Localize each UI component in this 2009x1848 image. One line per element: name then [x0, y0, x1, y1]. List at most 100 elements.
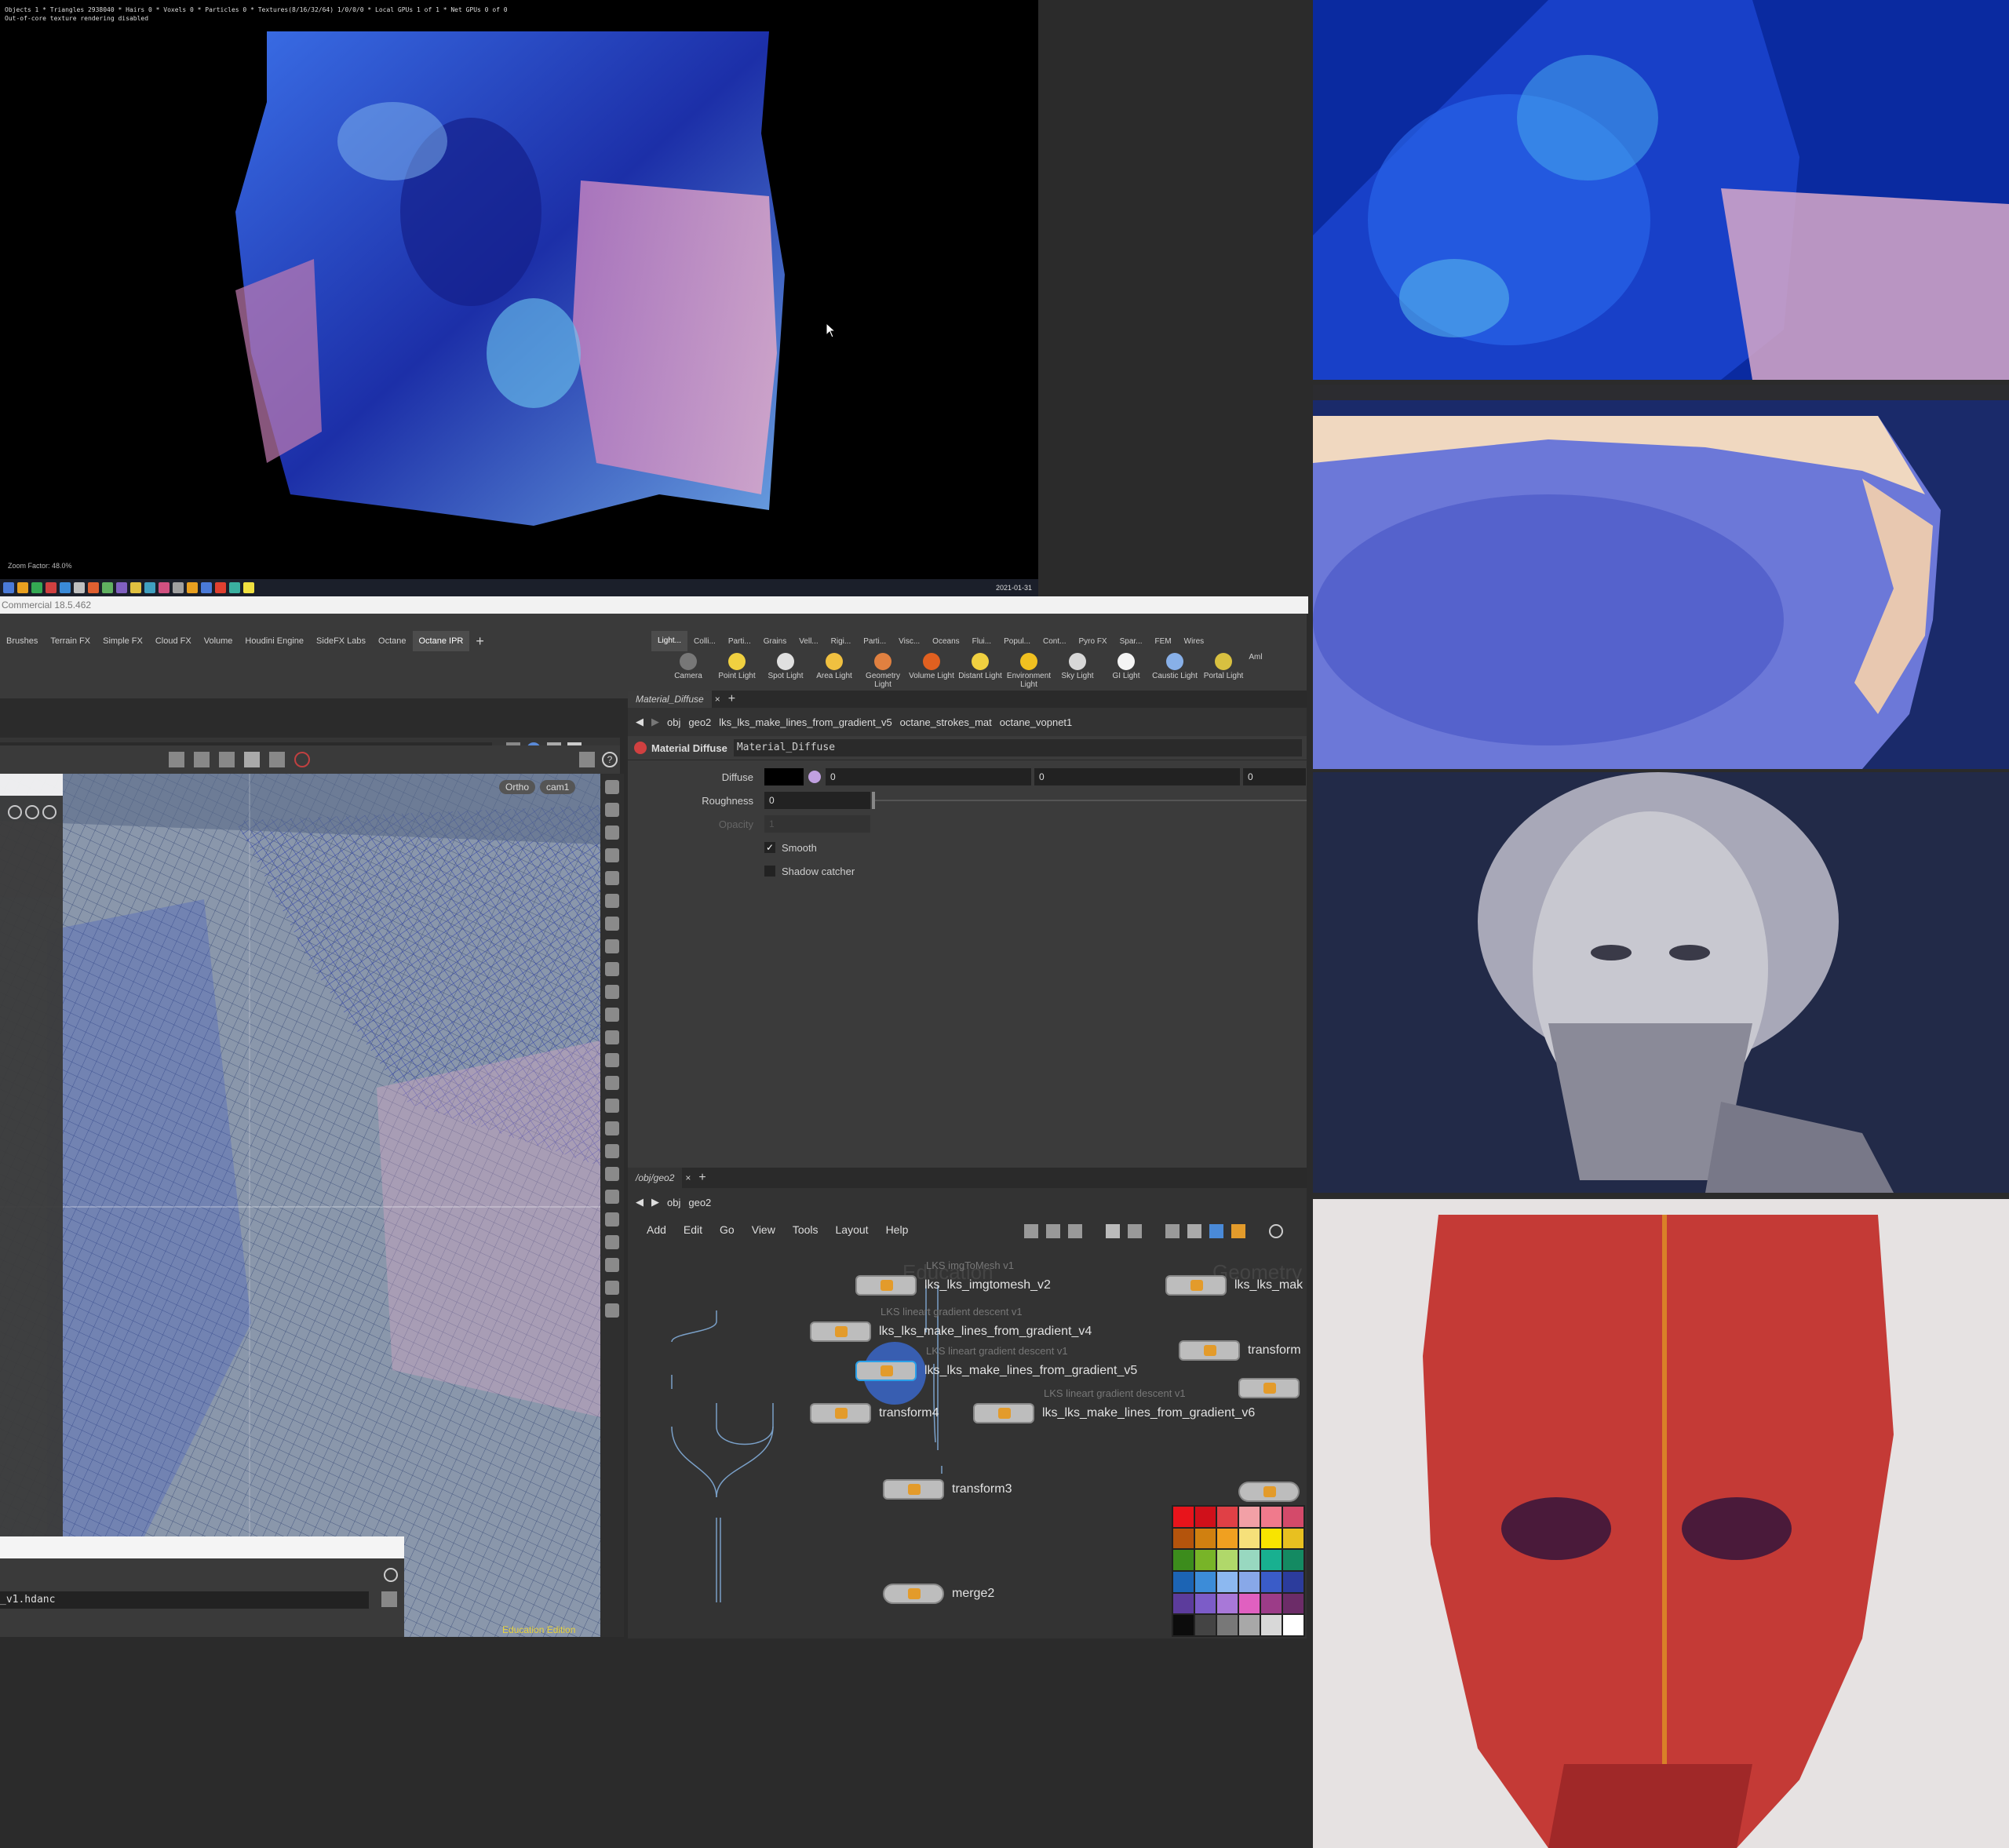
palette-swatch[interactable]	[1173, 1550, 1194, 1570]
shelf-tab[interactable]: Brushes	[0, 636, 44, 646]
shelf-tab-active[interactable]: Octane IPR	[412, 631, 470, 651]
shelf-tab[interactable]: Houdini Engine	[239, 636, 310, 646]
palette-swatch[interactable]	[1195, 1615, 1216, 1635]
eyedropper-icon[interactable]	[605, 1076, 619, 1090]
app-icon[interactable]	[173, 582, 184, 593]
shelf-tab[interactable]: Visc...	[892, 637, 926, 646]
palette-swatch[interactable]	[1239, 1507, 1260, 1527]
palette-swatch[interactable]	[1261, 1571, 1282, 1592]
palette-swatch[interactable]	[1239, 1615, 1260, 1635]
add-shelf-tab-icon[interactable]: +	[469, 633, 490, 650]
palette-swatch[interactable]	[1195, 1550, 1216, 1570]
help-icon[interactable]	[384, 1568, 398, 1582]
shelf-tab[interactable]: Pyro FX	[1072, 637, 1113, 646]
angle-icon[interactable]	[605, 1167, 619, 1181]
node-name-field[interactable]: Material_Diffuse	[733, 739, 1302, 756]
palette-swatch[interactable]	[1173, 1593, 1194, 1614]
palette-swatch[interactable]	[1217, 1615, 1238, 1635]
portal-light-tool[interactable]: Portal Light	[1199, 653, 1248, 689]
shelf-tab[interactable]: Colli...	[687, 637, 722, 646]
palette-swatch[interactable]	[1173, 1507, 1194, 1527]
shelf-tab[interactable]: Rigi...	[825, 637, 858, 646]
app-icon[interactable]	[46, 582, 57, 593]
palette-swatch[interactable]	[1239, 1550, 1260, 1570]
palette-swatch[interactable]	[1195, 1571, 1216, 1592]
shelf-tab[interactable]: Parti...	[722, 637, 757, 646]
scene-viewport[interactable]: Ortho cam1 _v1.hdanc Education Edition	[0, 774, 600, 1637]
opacity-field[interactable]: 1	[764, 815, 870, 833]
diffuse-b-field[interactable]: 0	[1243, 768, 1306, 785]
transform-icon[interactable]	[219, 752, 235, 767]
breadcrumb-item[interactable]: geo2	[688, 716, 711, 728]
app-icon[interactable]	[201, 582, 212, 593]
color-wheel-icon[interactable]	[808, 771, 821, 783]
node-body[interactable]	[883, 1479, 944, 1500]
shelf-tab[interactable]: Cloud FX	[149, 636, 198, 646]
ortho-menu[interactable]: Ortho	[499, 780, 536, 794]
node-right-top[interactable]: lks_lks_mak	[1165, 1275, 1303, 1296]
app-icon[interactable]	[215, 582, 226, 593]
node-body[interactable]	[810, 1321, 871, 1342]
start-icon[interactable]	[3, 582, 14, 593]
palette-swatch[interactable]	[1173, 1571, 1194, 1592]
app-icon[interactable]	[74, 582, 85, 593]
shadow-catcher-checkbox[interactable]	[764, 866, 775, 877]
app-icon[interactable]	[31, 582, 42, 593]
shelf-tab[interactable]: SideFX Labs	[310, 636, 372, 646]
shelf-tab[interactable]: Octane	[372, 636, 412, 646]
shelf-tab[interactable]: Cont...	[1037, 637, 1072, 646]
text-icon[interactable]	[605, 1258, 619, 1272]
node-imgtomesh[interactable]: lks_lks_imgtomesh_v2 LKS imgToMesh v1	[855, 1259, 1051, 1296]
dot-icon[interactable]	[605, 1030, 619, 1044]
sky-light-tool[interactable]: Sky Light	[1053, 653, 1102, 689]
palette-swatch[interactable]	[1283, 1571, 1303, 1592]
hda-path-field[interactable]: _v1.hdanc	[0, 1591, 369, 1609]
volume-light-tool[interactable]: Volume Light	[907, 653, 956, 689]
diffuse-g-field[interactable]: 0	[1034, 768, 1240, 785]
palette-swatch[interactable]	[1239, 1528, 1260, 1549]
area-light-tool[interactable]: Area Light	[810, 653, 859, 689]
node-body[interactable]	[883, 1584, 944, 1604]
node-grad-v6[interactable]: lks_lks_make_lines_from_gradient_v6 LKS …	[973, 1387, 1255, 1423]
node-body[interactable]	[810, 1403, 871, 1423]
roughness-slider[interactable]	[875, 800, 1307, 801]
palette-swatch[interactable]	[1217, 1571, 1238, 1592]
shelf-tab[interactable]: Popul...	[997, 637, 1037, 646]
image-icon[interactable]	[605, 1281, 619, 1295]
app-icon[interactable]	[144, 582, 155, 593]
node-right-transform[interactable]: transform	[1179, 1340, 1301, 1361]
shelf-tab[interactable]: Terrain FX	[44, 636, 97, 646]
palette-swatch[interactable]	[1195, 1507, 1216, 1527]
display-icon[interactable]	[605, 962, 619, 976]
lasso-icon[interactable]	[194, 752, 210, 767]
palette-swatch[interactable]	[1283, 1593, 1303, 1614]
stamp-icon[interactable]	[605, 1121, 619, 1135]
grid-icon[interactable]	[605, 1190, 619, 1204]
breadcrumb-item[interactable]: octane_vopnet1	[1000, 716, 1073, 728]
distant-light-tool[interactable]: Distant Light	[956, 653, 1004, 689]
brush-icon[interactable]	[605, 985, 619, 999]
breadcrumb-item[interactable]: obj	[667, 716, 680, 728]
shelf-tab[interactable]: Wires	[1178, 637, 1211, 646]
select-icon[interactable]	[169, 752, 184, 767]
gi-light-tool[interactable]: GI Light	[1102, 653, 1150, 689]
node-right-bottom[interactable]	[1238, 1482, 1300, 1502]
node-transform4[interactable]: transform4	[810, 1403, 939, 1423]
search-icon[interactable]	[8, 805, 22, 819]
shelf-tab[interactable]: FEM	[1149, 637, 1178, 646]
node-body[interactable]	[973, 1403, 1034, 1423]
ambient-light-tool[interactable]: Aml	[1248, 653, 1263, 689]
snap-icon[interactable]	[244, 752, 260, 767]
environment-light-tool[interactable]: Environment Light	[1004, 653, 1053, 689]
palette-swatch[interactable]	[1261, 1528, 1282, 1549]
pin-icon[interactable]	[605, 1303, 619, 1318]
palette-swatch[interactable]	[1195, 1593, 1216, 1614]
node-body-selected[interactable]	[855, 1361, 917, 1381]
select-tool-icon[interactable]	[605, 803, 619, 817]
snap-tool-icon[interactable]	[605, 848, 619, 862]
node-merge2[interactable]: merge2	[883, 1584, 994, 1604]
breadcrumb-item[interactable]: lks_lks_make_lines_from_gradient_v5	[719, 716, 891, 728]
help-icon[interactable]: ?	[602, 752, 618, 767]
app-icon[interactable]	[187, 582, 198, 593]
shelf-tab[interactable]: Parti...	[857, 637, 892, 646]
